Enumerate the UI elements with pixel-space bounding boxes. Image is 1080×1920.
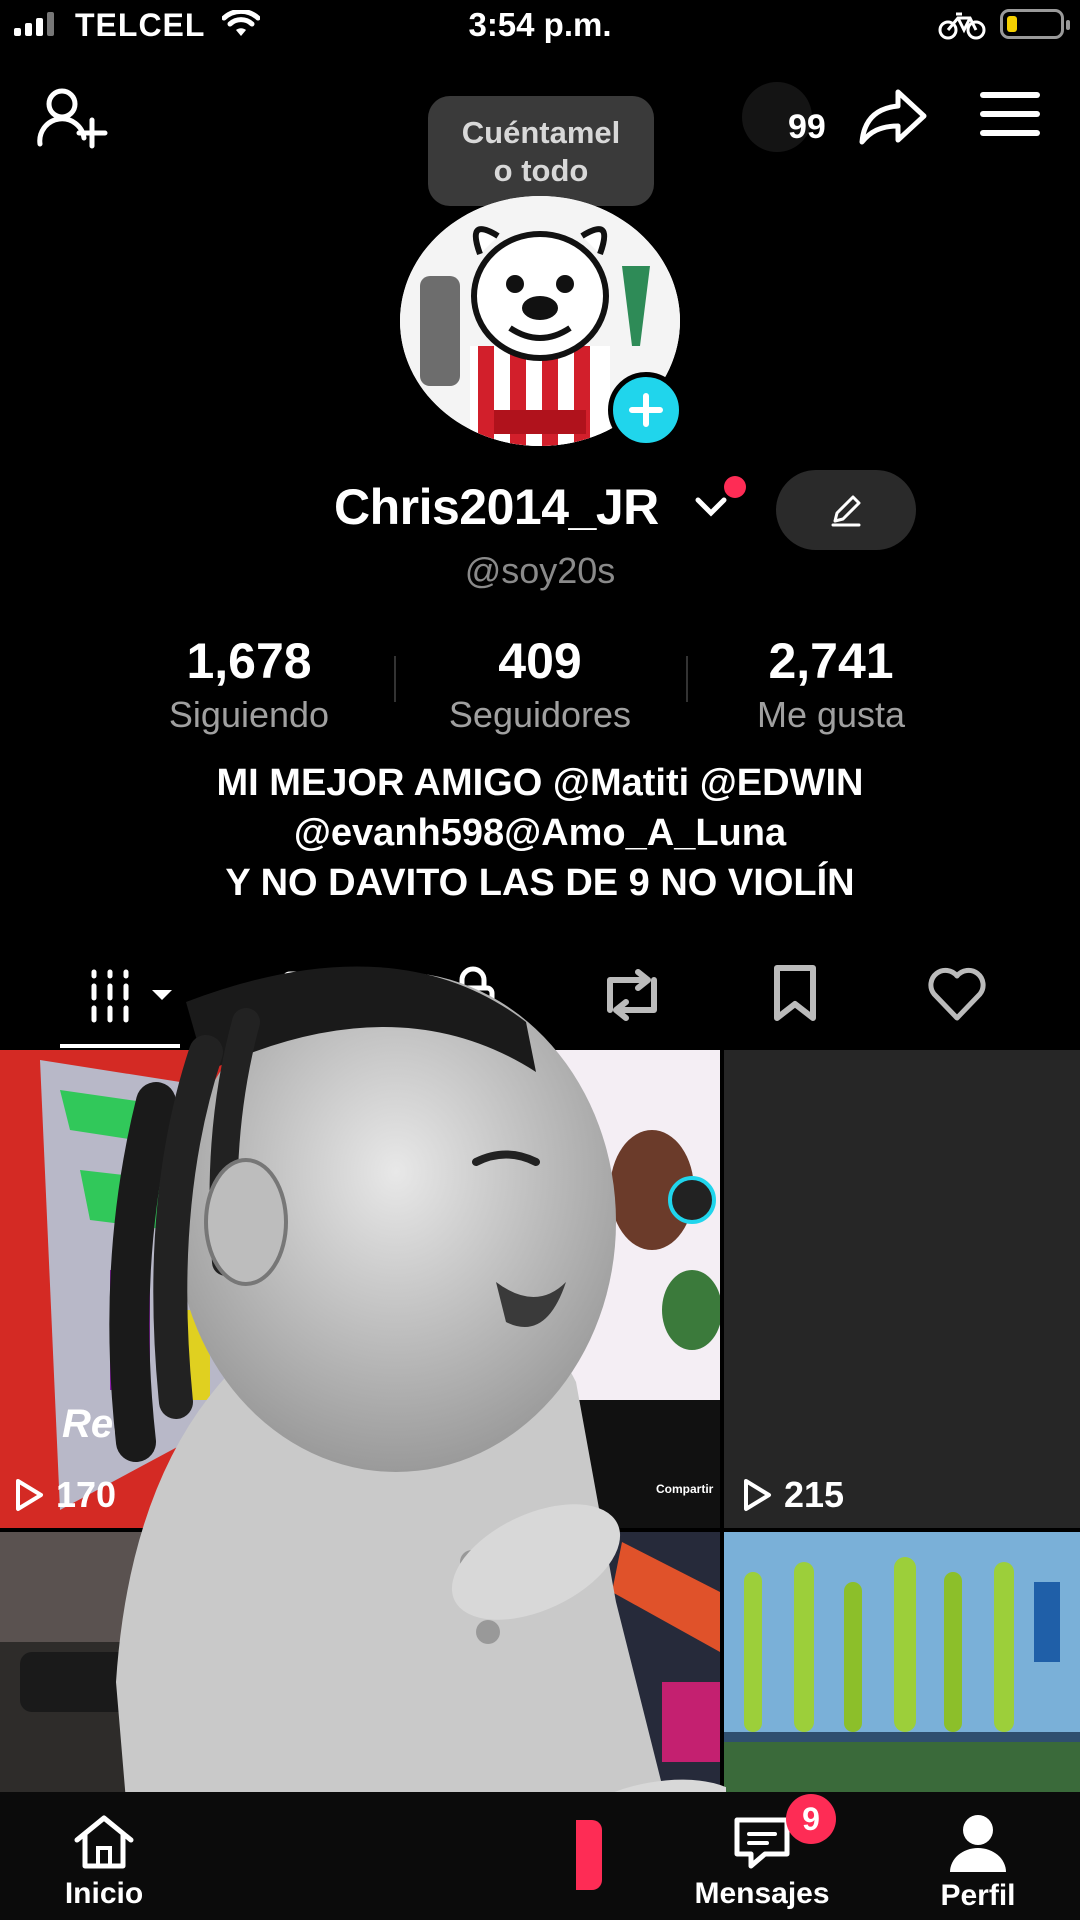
home-icon xyxy=(74,1815,134,1869)
chevron-down-icon[interactable] xyxy=(694,494,728,518)
add-avatar-button[interactable] xyxy=(608,372,684,448)
following-count: 1,678 xyxy=(186,633,312,689)
bio-line-3: Y NO DAVITO LAS DE 9 NO VIOLÍN xyxy=(225,862,855,904)
edit-profile-button[interactable] xyxy=(776,470,916,550)
plus-icon xyxy=(629,393,663,427)
video-thumbnail xyxy=(724,1532,1080,1792)
bio-prompt-tooltip[interactable]: Cuéntamel o todo xyxy=(428,96,654,220)
heart-icon xyxy=(928,967,986,1021)
video-tile[interactable]: 215 xyxy=(724,1050,1080,1528)
followers-count: 409 xyxy=(498,633,582,689)
create-button-edge[interactable] xyxy=(576,1820,602,1890)
profile-icon xyxy=(950,1815,1006,1872)
story-count: 99 xyxy=(788,108,826,146)
tooltip-line-2: o todo xyxy=(493,153,589,188)
profile-handle: @soy20s xyxy=(464,550,616,591)
bottom-navigation xyxy=(0,1792,1080,1920)
following-stat[interactable]: 1,678 Siguiendo xyxy=(124,632,374,736)
bicycle-icon xyxy=(938,12,986,40)
view-count-value: 215 xyxy=(784,1474,845,1515)
pencil-icon xyxy=(831,495,861,527)
profile-name-row: Chris2014_JR xyxy=(0,478,1080,548)
play-icon xyxy=(744,1479,771,1511)
inbox-badge: 9 xyxy=(786,1794,836,1844)
stat-divider xyxy=(394,656,396,702)
tooltip-line-1: Cuéntamel xyxy=(461,115,621,150)
nav-inbox-label: Mensajes xyxy=(694,1877,830,1910)
nav-home[interactable]: Inicio xyxy=(54,1812,154,1911)
video-tile[interactable] xyxy=(724,1532,1080,1792)
add-friend-icon[interactable] xyxy=(36,82,108,152)
status-bar: TELCEL 3:54 p.m. xyxy=(0,0,1080,52)
bio-line-2: @evanh598@Amo_A_Luna xyxy=(293,812,787,854)
stat-divider xyxy=(686,656,688,702)
bookmark-icon xyxy=(774,965,816,1021)
likes-label: Me gusta xyxy=(756,694,906,735)
profile-bio: MI MEJOR AMIGO @Matiti @EDWIN @evanh598@… xyxy=(0,758,1080,908)
tab-liked[interactable] xyxy=(926,966,988,1027)
tab-favorites[interactable] xyxy=(772,964,818,1027)
nav-profile[interactable]: Perfil xyxy=(928,1812,1028,1913)
profile-username[interactable]: Chris2014_JR xyxy=(334,478,659,536)
play-icon xyxy=(16,1479,43,1511)
menu-icon[interactable] xyxy=(980,92,1040,149)
followers-label: Seguidores xyxy=(448,694,632,735)
nav-home-label: Inicio xyxy=(64,1877,144,1910)
likes-count: 2,741 xyxy=(768,633,894,689)
likes-stat[interactable]: 2,741 Me gusta xyxy=(706,632,956,736)
share-icon[interactable] xyxy=(858,88,928,146)
bio-line-1: MI MEJOR AMIGO @Matiti @EDWIN xyxy=(216,762,864,804)
nav-profile-label: Perfil xyxy=(940,1879,1016,1912)
battery-icon xyxy=(1000,9,1070,39)
notification-dot xyxy=(724,476,746,498)
overlay-child-photo xyxy=(109,966,726,1920)
view-count: 215 xyxy=(742,1474,844,1516)
following-label: Siguiendo xyxy=(168,694,330,735)
followers-stat[interactable]: 409 Seguidores xyxy=(415,632,665,736)
clock: 3:54 p.m. xyxy=(468,6,612,43)
